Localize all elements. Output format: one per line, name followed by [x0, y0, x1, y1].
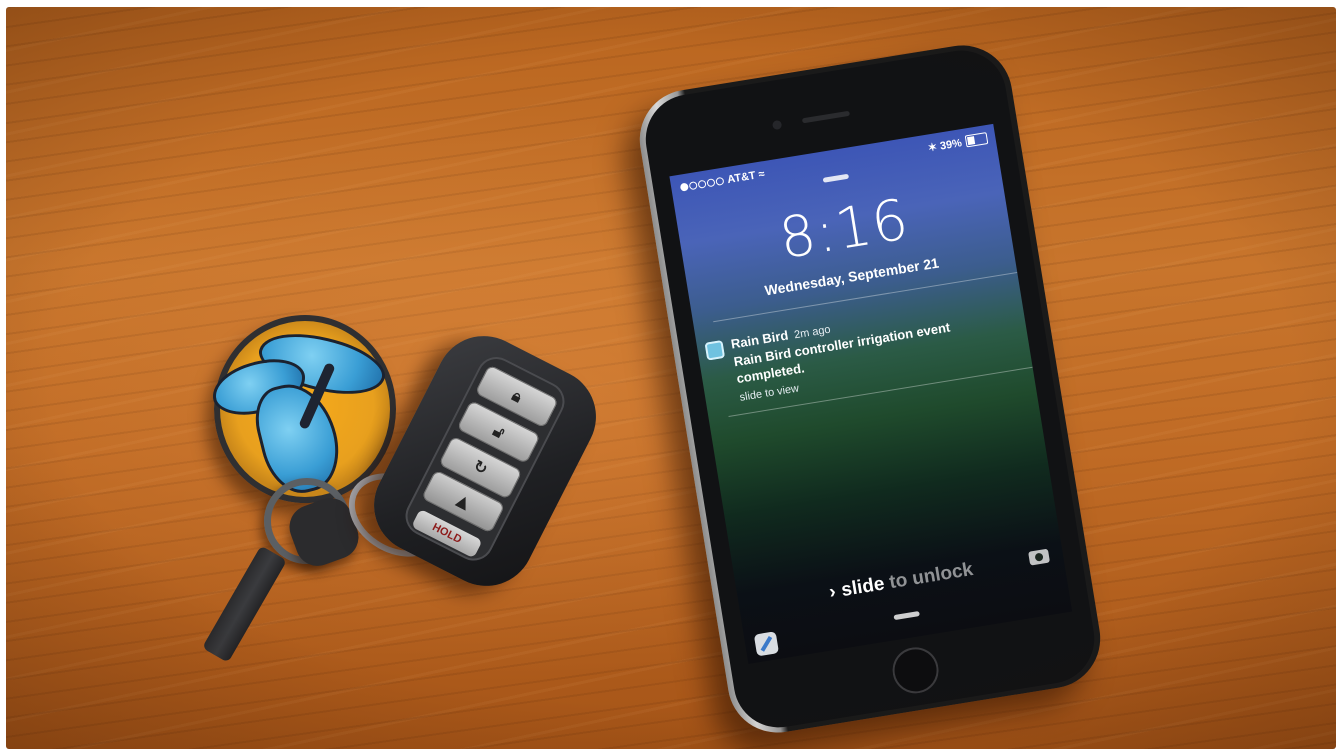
unlock-word: slide	[839, 573, 886, 602]
chevron-right-icon: ›	[827, 581, 838, 603]
signal-dot	[688, 181, 698, 191]
notification-center-grabber[interactable]	[822, 173, 850, 183]
phone-face: AT&T ≈ ✶ 39% 8:16 Wednesday, September 2…	[639, 44, 1101, 734]
control-center-grabber[interactable]	[893, 611, 920, 621]
photo-scene: 🔒︎ 🔓︎ ↻ ▲ HOLD AT&T ≈ ✶ 39% 8:16 Wednesd…	[6, 7, 1336, 749]
rain-bird-app-icon	[704, 339, 726, 361]
metal-key-blade	[202, 545, 287, 663]
wifi-icon: ≈	[757, 168, 766, 181]
front-camera	[771, 119, 783, 131]
smartphone: AT&T ≈ ✶ 39% 8:16 Wednesday, September 2…	[632, 38, 1108, 740]
lock-screen[interactable]: AT&T ≈ ✶ 39% 8:16 Wednesday, September 2…	[669, 123, 1073, 664]
notification-hint: slide to view	[738, 382, 800, 404]
status-bar-left: AT&T ≈	[679, 168, 766, 193]
compass-icon[interactable]	[753, 631, 780, 657]
battery-level	[966, 136, 975, 146]
slide-to-unlock[interactable]: › slide to unlock	[738, 544, 1065, 618]
signal-dot	[706, 178, 716, 188]
signal-dot	[715, 176, 725, 187]
panic-label: HOLD	[430, 521, 464, 547]
status-bar-right: ✶ 39%	[927, 136, 963, 154]
fob-button-panel: 🔒︎ 🔓︎ ↻ ▲ HOLD	[398, 350, 572, 568]
notification-message[interactable]: Rain Bird controller irrigation event co…	[733, 310, 1005, 387]
signal-dot	[679, 182, 689, 192]
earpiece-speaker	[801, 110, 851, 124]
carrier-name: AT&T	[726, 169, 757, 187]
signal-dot	[697, 179, 707, 189]
bluetooth-icon: ✶	[927, 141, 939, 155]
home-button[interactable]	[889, 643, 942, 697]
battery-icon	[964, 132, 989, 148]
unlock-rest: to unlock	[882, 559, 975, 595]
car-key-fob: 🔒︎ 🔓︎ ↻ ▲ HOLD	[357, 319, 613, 603]
battery-percent: 39%	[939, 137, 963, 153]
